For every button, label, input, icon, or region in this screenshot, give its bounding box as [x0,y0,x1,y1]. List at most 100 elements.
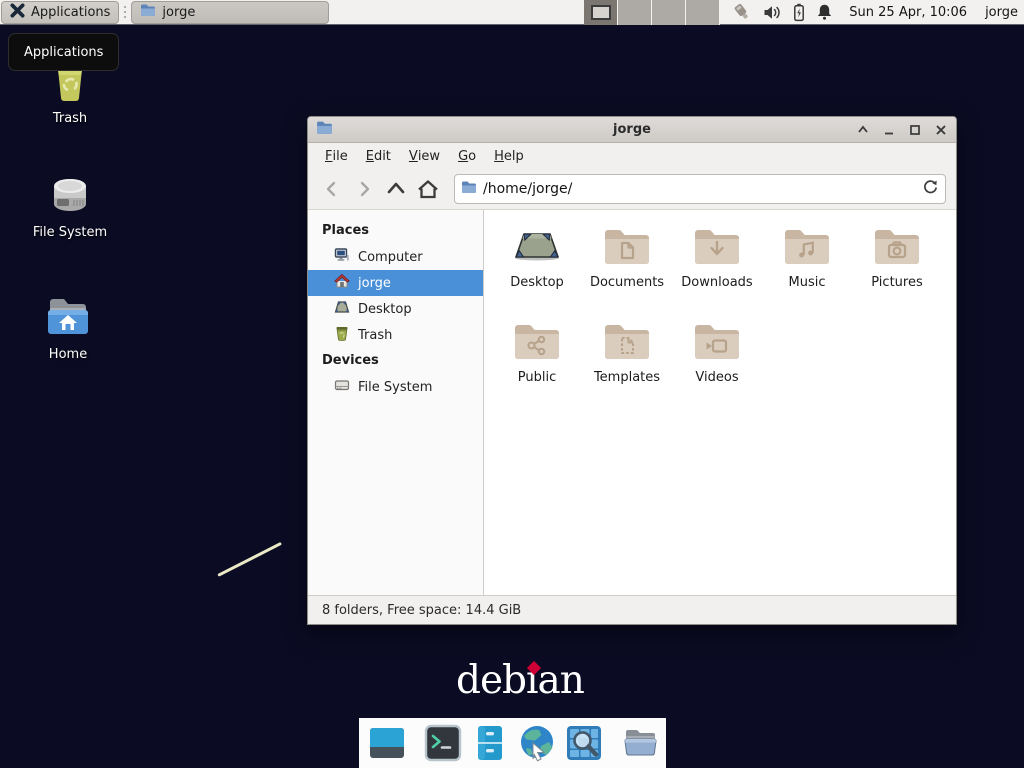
system-tray [730,2,833,22]
file-item-videos[interactable]: Videos [672,315,762,410]
workspace-3[interactable] [652,0,686,25]
window-folder-icon [140,2,156,22]
desktop-icon-label: Trash [53,111,87,126]
sidebar-item-trash[interactable]: Trash [308,322,483,348]
desktop-special-icon [511,225,563,269]
panel-clock: Sun 25 Apr, 10:06 [849,5,967,20]
workspace-1[interactable] [584,0,618,25]
desktop-icon [334,299,350,319]
home-button[interactable] [414,175,442,203]
top-panel: Applications jorge Sun 25 Apr, 10:06 jor… [0,0,1024,25]
desktop-icon-file-system[interactable]: File System [18,170,122,240]
window-titlebar[interactable]: jorge [308,117,956,143]
file-item-label: Videos [695,370,738,385]
xfce-menu-icon [10,3,25,22]
show-desktop-icon[interactable] [368,724,406,762]
statusbar: 8 folders, Free space: 14.4 GiB [308,595,956,624]
workspace-4[interactable] [686,0,720,25]
hard-drive-icon [334,377,350,397]
desktop-icon-label: Home [49,347,87,362]
file-item-label: Desktop [510,275,564,290]
file-item-documents[interactable]: Documents [582,220,672,315]
shade-button[interactable] [856,123,870,137]
file-item-downloads[interactable]: Downloads [672,220,762,315]
menu-edit[interactable]: Edit [357,145,400,167]
file-item-label: Templates [594,370,660,385]
applications-menu-button[interactable]: Applications [1,1,119,24]
maximize-button[interactable] [908,123,922,137]
file-cabinet-icon[interactable] [471,724,509,762]
pager-window-thumb [591,5,611,20]
workspace-2[interactable] [618,0,652,25]
taskbar-window-label: jorge [162,5,195,20]
file-item-desktop[interactable]: Desktop [492,220,582,315]
status-text: 8 folders, Free space: 14.4 GiB [322,603,521,618]
sidebar-item-file-system[interactable]: File System [308,374,483,400]
terminal-icon[interactable] [424,724,462,762]
sidebar-item-label: Computer [358,250,423,265]
file-item-templates[interactable]: Templates [582,315,672,410]
applications-menu-label: Applications [31,5,110,20]
close-button[interactable] [934,123,948,137]
reload-icon[interactable] [922,179,939,200]
path-input[interactable] [483,181,916,197]
path-folder-icon [461,179,477,199]
home-icon [334,273,350,293]
battery-icon[interactable] [791,3,807,22]
menu-file[interactable]: File [316,145,357,167]
dock [359,718,666,768]
sidebar-item-label: Desktop [358,302,412,317]
back-button[interactable] [318,175,346,203]
computer-icon [334,247,350,267]
trash-icon [334,325,350,345]
folder-public-icon [512,320,562,364]
hard-drive-icon [46,170,94,218]
sidebar: Places Computer jorge Desktop Trash Devi… [308,210,484,595]
mouse-cursor [217,542,282,577]
up-button[interactable] [382,175,410,203]
desktop-icon-home[interactable]: Home [16,292,120,362]
folder-music-icon [782,225,832,269]
menu-go[interactable]: Go [449,145,485,167]
minimize-button[interactable] [882,123,896,137]
file-manager-window: jorge File Edit View Go Help [307,116,957,625]
sidebar-item-computer[interactable]: Computer [308,244,483,270]
notifications-bell-icon[interactable] [816,3,833,21]
sidebar-header-places: Places [308,218,483,244]
debian-wordmark: debian [456,658,584,703]
file-item-label: Downloads [681,275,752,290]
file-list: Desktop Documents Downloads Music [484,210,956,595]
folder-downloads-icon [692,225,742,269]
sidebar-item-desktop[interactable]: Desktop [308,296,483,322]
file-item-label: Pictures [871,275,922,290]
web-browser-icon[interactable] [518,724,556,762]
folder-pictures-icon [872,225,922,269]
debian-logo: debian [456,658,584,703]
panel-username: jorge [985,5,1018,20]
file-manager-icon[interactable] [621,724,659,762]
path-bar[interactable] [454,174,946,204]
toolbar [308,169,956,210]
file-item-label: Documents [590,275,664,290]
file-item-music[interactable]: Music [762,220,852,315]
forward-button[interactable] [350,175,378,203]
file-item-public[interactable]: Public [492,315,582,410]
file-item-label: Music [789,275,826,290]
applications-tooltip: Applications [8,33,119,71]
sidebar-item-jorge[interactable]: jorge [308,270,483,296]
panel-handle[interactable] [121,1,129,24]
menu-help[interactable]: Help [485,145,533,167]
file-item-pictures[interactable]: Pictures [852,220,942,315]
folder-templates-icon [602,320,652,364]
app-finder-icon[interactable] [565,724,603,762]
folder-videos-icon [692,320,742,364]
file-item-label: Public [518,370,556,385]
removable-media-icon[interactable] [730,2,754,22]
volume-icon[interactable] [763,4,782,21]
sidebar-item-label: jorge [358,276,391,291]
desktop-icon-label: File System [33,225,107,240]
taskbar-window-button[interactable]: jorge [131,1,329,24]
tooltip-text: Applications [24,45,103,60]
menu-view[interactable]: View [400,145,449,167]
home-folder-icon [44,292,92,340]
